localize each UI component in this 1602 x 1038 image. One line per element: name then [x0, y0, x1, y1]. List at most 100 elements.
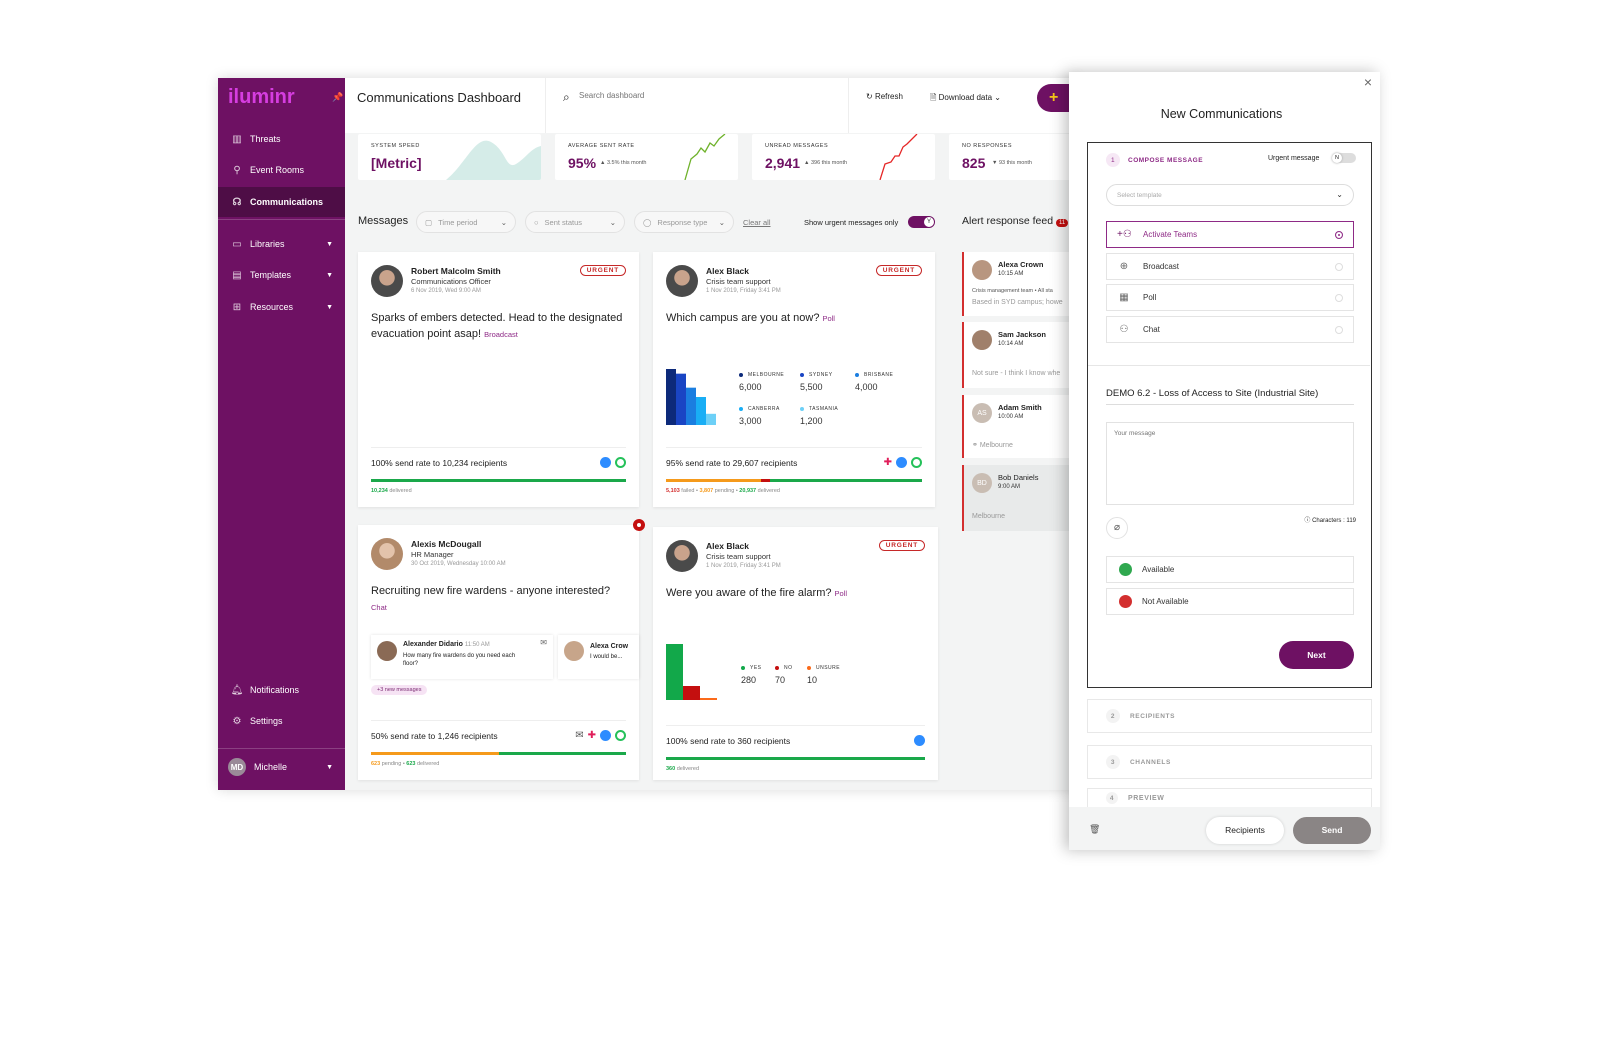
sidebar-item-label: Libraries [250, 239, 285, 249]
message-card[interactable]: Alex Black Crisis team support 1 Nov 201… [653, 527, 938, 780]
urgent-only-toggle[interactable]: Y [908, 216, 935, 228]
pin-icon[interactable]: 📌 [332, 92, 343, 103]
download-data-button[interactable]: 🗎 Download data ⌄ [930, 92, 1001, 106]
poll-legend-tasmania: TASMANIA [800, 406, 838, 412]
option-chat[interactable]: ⚇ Chat [1106, 316, 1354, 343]
message-card[interactable]: Robert Malcolm Smith Communications Offi… [358, 252, 639, 507]
chat-reply[interactable]: Alexa Crow I would be... [558, 635, 639, 679]
step-preview[interactable]: 4 PREVIEW [1087, 788, 1372, 807]
close-icon[interactable]: × [1364, 74, 1372, 90]
sender-name: Alex Black [706, 266, 749, 276]
radio[interactable] [1335, 262, 1343, 271]
avatar [377, 641, 397, 661]
response-type-filter[interactable]: ◯ Response type ⌄ [634, 211, 734, 233]
feed-name: Alexa Crown [998, 260, 1044, 269]
send-rate: 100% send rate to 10,234 recipients [371, 458, 508, 468]
sidebar-item-resources[interactable]: ⊞ Resources ▼ [218, 292, 345, 322]
message-date: 6 Nov 2019, Wed 9:00 AM [411, 288, 481, 294]
search-icon: ⌕ [563, 90, 570, 104]
sender-role: Communications Officer [411, 277, 491, 286]
step-recipients[interactable]: 2 RECIPIENTS [1087, 699, 1372, 733]
step-number: 4 [1106, 792, 1118, 804]
response-option-available[interactable]: Available [1106, 556, 1354, 583]
message-textarea[interactable] [1106, 422, 1354, 505]
sidebar-item-settings[interactable]: ⚙ Settings [218, 706, 345, 736]
option-broadcast[interactable]: ⊕ Broadcast [1106, 253, 1354, 280]
status-label: delivered [757, 488, 780, 494]
response-option-not-available[interactable]: Not Available [1106, 588, 1354, 615]
chevron-down-icon: ⌄ [1336, 190, 1343, 199]
step-channels[interactable]: 3 CHANNELS [1087, 745, 1372, 779]
next-button[interactable]: Next [1279, 641, 1354, 669]
feed-name: Bob Daniels [998, 473, 1039, 482]
send-rate: 100% send rate to 360 recipients [666, 736, 791, 746]
sidebar-item-notifications[interactable]: 🔔︎ Notifications [218, 675, 345, 705]
legend-label: SYDNEY [809, 372, 833, 378]
divider [371, 720, 626, 721]
new-messages-pill[interactable]: +3 new messages [371, 685, 428, 695]
kpi-value: 95% [568, 155, 597, 171]
radio-selected[interactable] [1335, 230, 1343, 239]
legend-label: NO [784, 665, 793, 671]
kpi-no-responses: NO RESPONSES 825 ▼ 93 this month [949, 134, 1078, 180]
option-activate-teams[interactable]: +⚇ Activate Teams [1106, 221, 1354, 248]
sparkline [879, 134, 918, 180]
feed-item[interactable]: Sam Jackson 10:14 AM Not sure - I think … [962, 322, 1078, 388]
delivery-progress-bar [371, 752, 626, 755]
sent-status-filter[interactable]: ○ Sent status ⌄ [525, 211, 625, 233]
kpi-value: 825 [962, 155, 986, 171]
message-date: 30 Oct 2019, Wednesday 10:00 AM [411, 561, 506, 567]
urgent-message-toggle[interactable]: N [1332, 153, 1356, 163]
status-label: pending [714, 488, 735, 494]
poll-legend-unsure: UNSURE [807, 665, 840, 671]
status-label: failed [681, 488, 695, 494]
message-text: Which campus are you at now? Poll [666, 310, 926, 327]
send-button[interactable]: Send [1293, 817, 1371, 844]
legend-label: BRISBANE [864, 372, 894, 378]
refresh-button[interactable]: ↻ Refresh [866, 92, 903, 101]
sidebar-item-templates[interactable]: ▤ Templates ▼ [218, 260, 345, 290]
subject-field[interactable]: DEMO 6.2 - Loss of Access to Site (Indus… [1106, 388, 1354, 405]
message-type-tag: Chat [371, 603, 387, 612]
sidebar-item-libraries[interactable]: ▭ Libraries ▼ [218, 229, 345, 259]
poll-icon: ▦ [1119, 292, 1129, 303]
clear-all-link[interactable]: Clear all [743, 218, 771, 227]
chevron-down-icon: ⌄ [609, 217, 616, 227]
feed-item[interactable]: Alexa Crown 10:15 AM Crisis management t… [962, 252, 1078, 316]
message-text: Recruiting new fire wardens - anyone int… [371, 583, 631, 616]
message-card[interactable]: Alex Black Crisis team support 1 Nov 201… [653, 252, 935, 507]
divider [666, 725, 925, 726]
search-input[interactable] [579, 91, 829, 100]
poll-legend-brisbane: BRISBANE [855, 372, 893, 378]
message-card[interactable]: Alexis McDougall HR Manager 30 Oct 2019,… [358, 519, 645, 780]
feed-item[interactable]: BD Bob Daniels 9:00 AM Melbourne [962, 465, 1078, 531]
radio[interactable] [1335, 325, 1343, 334]
time-period-filter[interactable]: ▢ Time period ⌄ [416, 211, 516, 233]
panel-footer: 🗑︎ Recipients Send [1069, 807, 1380, 850]
sidebar-item-event-rooms[interactable]: ⚲ Event Rooms [218, 155, 345, 185]
mail-icon: ✉ [540, 638, 547, 647]
send-rate: 95% send rate to 29,607 recipients [666, 458, 798, 468]
poll-legend-sydney: SYDNEY [800, 372, 833, 378]
location-pin-icon: ⚲ [233, 164, 241, 176]
reply-time: 11:50 AM [464, 642, 490, 648]
recipients-button[interactable]: Recipients [1206, 817, 1284, 844]
option-poll[interactable]: ▦ Poll [1106, 284, 1354, 311]
message-type-tag: Poll [822, 314, 835, 323]
trash-icon[interactable]: 🗑︎ [1089, 824, 1100, 835]
sender-name: Alexis McDougall [411, 539, 482, 549]
chat-reply[interactable]: Alexander Didario 11:50 AM How many fire… [371, 635, 553, 679]
sidebar-item-communications[interactable]: ☊ Communications [218, 187, 345, 217]
legend-label: MELBOURNE [748, 372, 785, 378]
sidebar-item-threats[interactable]: ▥ Threats [218, 124, 345, 154]
delivery-progress-bar [666, 757, 925, 760]
feed-item[interactable]: AS Adam Smith 10:00 AM ⚭ Melbourne [962, 395, 1078, 458]
speech-bubble-icon: ◯ [643, 217, 652, 227]
radio[interactable] [1335, 293, 1343, 302]
attach-button[interactable]: ⌀ [1106, 517, 1128, 539]
feed-text: Based in SYD campus; howe [972, 299, 1063, 306]
template-select[interactable]: Select template ⌄ [1106, 184, 1354, 206]
new-communications-panel: × New Communications 1 COMPOSE MESSAGE Ur… [1069, 72, 1380, 850]
poll-value: 10 [807, 675, 818, 685]
user-menu[interactable]: MD Michelle ▼ [218, 752, 345, 782]
